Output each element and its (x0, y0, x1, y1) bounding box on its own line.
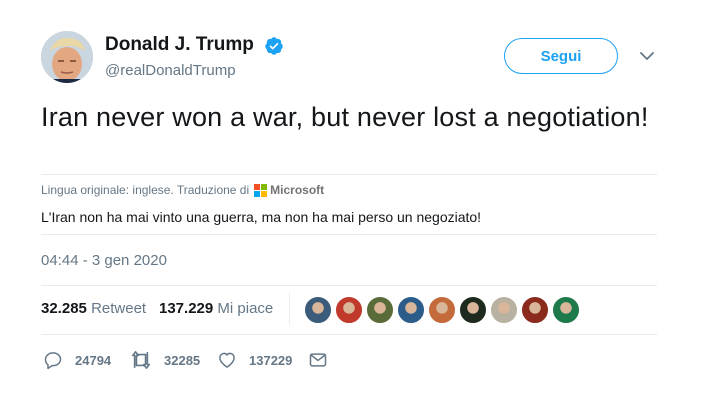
like-stat[interactable]: 137.229 Mi piace (159, 300, 273, 317)
stats-divider (289, 293, 290, 325)
retweet-count: 32.285 (41, 300, 87, 317)
retweet-button[interactable]: 32285 (130, 350, 200, 370)
microsoft-logo[interactable]: Microsoft (254, 183, 324, 197)
microsoft-logo-icon (254, 183, 268, 197)
retweet-action-count: 32285 (164, 352, 201, 368)
tweet-card: Donald J. Trump @realDonaldTrump Segui I… (0, 0, 701, 405)
divider (41, 174, 657, 175)
divider (41, 285, 657, 286)
like-action-count: 137229 (249, 352, 293, 368)
like-button[interactable]: 137229 (217, 350, 292, 370)
direct-message-icon (309, 353, 327, 367)
liker-avatars (304, 296, 583, 324)
divider (41, 234, 657, 235)
divider (41, 334, 657, 335)
author-avatar[interactable] (41, 31, 93, 83)
translation-provider: Microsoft (270, 183, 325, 197)
tweet-text: Iran never won a war, but never lost a n… (41, 102, 649, 132)
like-count: 137.229 (159, 300, 214, 317)
translated-text: L'Iran non ha mai vinto una guerra, ma n… (41, 209, 482, 225)
liker-avatar[interactable] (490, 296, 518, 324)
liker-avatar[interactable] (459, 296, 487, 324)
liker-avatar[interactable] (552, 296, 580, 324)
liker-avatar[interactable] (397, 296, 425, 324)
liker-avatar[interactable] (428, 296, 456, 324)
liker-avatar[interactable] (335, 296, 363, 324)
follow-button[interactable]: Segui (504, 38, 618, 74)
verified-badge-icon (265, 37, 283, 55)
chevron-down-icon[interactable] (640, 51, 654, 61)
reply-icon (44, 352, 62, 370)
translation-note-text: Lingua originale: inglese. Traduzione di (41, 183, 250, 197)
liker-avatar[interactable] (304, 296, 332, 324)
liker-avatar[interactable] (366, 296, 394, 324)
tweet-timestamp[interactable]: 04:44 - 3 gen 2020 (41, 252, 167, 269)
retweet-label: Retweet (91, 300, 147, 317)
retweet-icon (132, 351, 150, 369)
reply-button[interactable]: 24794 (43, 350, 111, 370)
author-handle[interactable]: @realDonaldTrump (105, 62, 236, 79)
author-name[interactable]: Donald J. Trump (105, 34, 254, 56)
reply-count: 24794 (75, 352, 112, 368)
translation-note: Lingua originale: inglese. Traduzione di… (41, 183, 324, 197)
like-label: Mi piace (217, 300, 274, 317)
liker-avatar[interactable] (521, 296, 549, 324)
retweet-stat[interactable]: 32.285 Retweet (41, 300, 146, 317)
like-icon (219, 352, 235, 368)
direct-message-button[interactable] (308, 350, 328, 370)
